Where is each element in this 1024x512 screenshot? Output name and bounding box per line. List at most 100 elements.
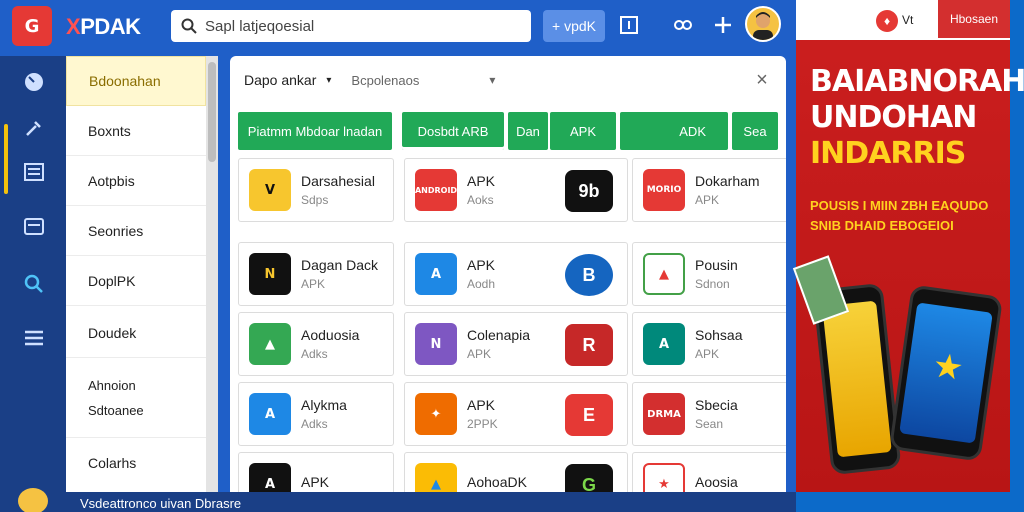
tab-sea[interactable]: Sea (732, 112, 778, 150)
app-name: APK (467, 173, 496, 189)
app-icon: A (249, 463, 291, 492)
app-icon: A (415, 253, 457, 295)
app-card[interactable]: ✦ APK 2PPK E (404, 382, 628, 446)
ad-badge[interactable]: Hbosaen (938, 0, 1010, 38)
sidebar-item-apk[interactable]: DoplPK (66, 256, 206, 306)
app-name: Sohsaa (695, 327, 743, 343)
app-subtitle: APK (695, 347, 720, 361)
sidebar-item-sublabel: Sdtoanee (88, 402, 144, 418)
app-icon: ▲ (643, 253, 685, 295)
app-subtitle: Aodh (467, 277, 496, 291)
sidebar-item-events[interactable]: Boxnts (66, 106, 206, 156)
brand-prefix: X (66, 14, 81, 39)
app-name: AohoaDK (467, 474, 527, 490)
app-card[interactable]: V Darsahesial Sdps (238, 158, 394, 222)
tab-desktop[interactable]: Dosbdt ARB (402, 112, 504, 150)
app-card[interactable]: A Alykma Adks (238, 382, 394, 446)
menu-icon[interactable] (22, 326, 46, 350)
app-subtitle: Sean (695, 417, 724, 431)
sidebar-item-colors[interactable]: Colarhs (66, 438, 206, 488)
app-name: Aoosia (695, 474, 738, 490)
ad-banner[interactable]: ♦ Vt Hbosaen BAIABNORAH UNDOHAN INDARRIS… (792, 0, 1024, 492)
app-name: APK (301, 474, 330, 490)
app-badge-icon: 9b (565, 170, 613, 212)
app-name: Pousin (695, 257, 738, 273)
sidebar-item-label: Seonries (88, 222, 144, 239)
app-name: Aoduosia (301, 327, 360, 343)
app-icon: MORIO (643, 169, 685, 211)
app-subtitle: APK (301, 277, 326, 291)
app-card[interactable]: N Colenapia APK R (404, 312, 628, 376)
dashboard-icon[interactable] (22, 70, 46, 94)
list-icon[interactable] (22, 160, 46, 184)
main-header: Dapo ankar ▾ Bcpolenaos ▾ × (230, 56, 786, 104)
app-name: Colenapia (467, 327, 531, 343)
ad-subline-line: POUSIS I MIIN ZBH EAQUDO (810, 198, 989, 213)
app-card[interactable]: A APK (238, 452, 394, 492)
user-avatar[interactable] (18, 488, 48, 512)
status-bar: Vsdeattronco uivan Dbrasre (0, 488, 796, 512)
sidebar-item-label: DoplPK (88, 272, 136, 289)
brand-name[interactable]: XPDAK (66, 14, 141, 40)
icon-rail (0, 56, 66, 492)
app-card[interactable]: N Dagan Dack APK (238, 242, 394, 306)
tab-platform[interactable]: Piatmm Mbdoar lnadan (238, 112, 392, 150)
banknotes-icon (792, 255, 850, 325)
page-title[interactable]: Dapo ankar (244, 72, 316, 88)
star-icon: ★ (930, 346, 966, 389)
app-card[interactable]: ▲ Pousin Sdnon (632, 242, 786, 306)
sidebar-scrollbar[interactable] (206, 56, 218, 492)
app-icon: ★ (643, 463, 685, 492)
add-apk-button[interactable]: + vpdK (543, 10, 605, 42)
chevron-down-icon[interactable]: ▾ (326, 75, 331, 86)
app-card[interactable]: A APK Aodh B (404, 242, 628, 306)
main-panel: Dapo ankar ▾ Bcpolenaos ▾ × Piatmm Mbdoa… (230, 56, 786, 492)
app-name: Darsahesial (301, 173, 375, 189)
app-icon: ▲ (249, 323, 291, 365)
tab-apk[interactable]: APK (550, 112, 616, 150)
scrollbar-thumb[interactable] (208, 62, 216, 162)
sidebar-item-desk[interactable]: Doudek (66, 308, 206, 358)
app-subtitle: Sdps (301, 193, 329, 207)
ad-subline: POUSIS I MIIN ZBH EAQUDO SNIB DHAID EBOG… (810, 196, 1000, 236)
app-logo[interactable]: G (12, 6, 52, 46)
search-input[interactable]: Sapl latjeqoesial (171, 10, 531, 42)
app-subtitle: Adks (301, 347, 328, 361)
app-icon: N (249, 253, 291, 295)
sidebar-item-apps[interactable]: Aotpbis (66, 156, 206, 206)
ad-headline-line: INDARRIS (810, 136, 966, 171)
app-subtitle: Sdnon (695, 277, 730, 291)
app-card[interactable]: A Sohsaa APK (632, 312, 786, 376)
app-card[interactable]: ▲ AohoaDK G (404, 452, 628, 492)
status-text: Vsdeattronco uivan Dbrasre (80, 496, 242, 511)
ad-panel[interactable]: ♦ Vt Hbosaen BAIABNORAH UNDOHAN INDARRIS… (792, 0, 1024, 512)
tab-adk[interactable]: ADK (620, 112, 728, 150)
app-card[interactable]: ★ Aoosia (632, 452, 786, 492)
app-card[interactable]: DRMA Sbecia Sean (632, 382, 786, 446)
app-card[interactable]: ▲ Aoduosia Adks (238, 312, 394, 376)
calendar-icon[interactable] (22, 214, 46, 238)
window-icon[interactable] (618, 14, 640, 36)
tools-icon[interactable] (22, 116, 46, 140)
user-avatar[interactable] (745, 6, 781, 42)
chevron-down-icon[interactable]: ▾ (489, 73, 495, 87)
app-subtitle: Adks (301, 417, 328, 431)
sidebar-item-group[interactable]: Ahnoion Sdtoanee (66, 358, 206, 438)
search-placeholder: Sapl latjeqoesial (205, 17, 315, 35)
app-name: APK (467, 397, 496, 413)
ad-brand: Vt (902, 13, 914, 27)
search-icon[interactable] (22, 272, 46, 296)
tab-dan[interactable]: Dan (508, 112, 548, 150)
app-card[interactable]: ANDROID APK Aoks 9b (404, 158, 628, 222)
app-icon: A (643, 323, 685, 365)
filter-select[interactable]: Bcpolenaos (351, 73, 419, 88)
plus-icon[interactable] (712, 14, 734, 36)
app-name: Alykma (301, 397, 347, 413)
close-icon[interactable]: × (752, 69, 772, 91)
share-icon[interactable] (672, 14, 694, 36)
sidebar-item-home[interactable]: Bdoonahan (66, 56, 206, 106)
sidebar-item-series[interactable]: Seonries (66, 206, 206, 256)
app-card[interactable]: MORIO Dokarham APK (632, 158, 786, 222)
app-subtitle: Aoks (467, 193, 494, 207)
rail-active-indicator (4, 124, 8, 194)
